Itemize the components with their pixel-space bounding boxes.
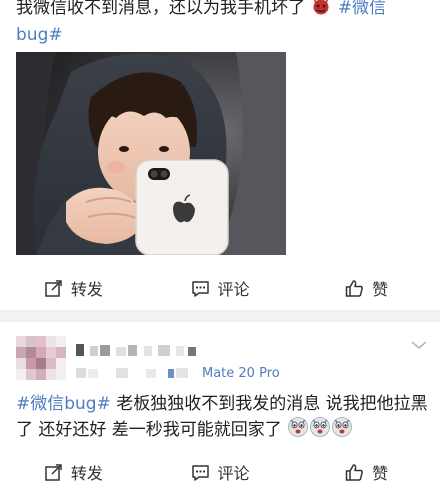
post-text: 我微信收不到消息，还以为我手机坏了 #微信bug# xyxy=(16,0,428,47)
post-card-2: Mate 20 Pro #微信bug# 老板独独收不到我发的消息 说我把他拉黑了… xyxy=(0,322,440,500)
repost-label: 转发 xyxy=(70,464,103,483)
repost-icon xyxy=(44,279,63,298)
device-source: Mate 20 Pro xyxy=(202,365,280,381)
comment-button[interactable]: 评论 xyxy=(147,271,294,305)
post-text: #微信bug# 老板独独收不到我发的消息 说我把他拉黑了 还好还好 差一秒我可能… xyxy=(16,392,428,445)
like-icon xyxy=(345,279,364,298)
comment-icon xyxy=(191,279,210,298)
chevron-down-icon[interactable] xyxy=(410,336,428,355)
post-photo[interactable] xyxy=(16,52,286,255)
action-bar: 转发 评论 赞 xyxy=(0,455,440,489)
like-icon xyxy=(345,463,364,482)
repost-button[interactable]: 转发 xyxy=(0,271,147,305)
avatar[interactable] xyxy=(16,336,66,380)
devil-emoji-icon xyxy=(310,0,332,23)
timestamp-blurred xyxy=(76,368,188,378)
post-card-1: 我微信收不到消息，还以为我手机坏了 #微信bug# 转发 评论 赞 xyxy=(0,0,440,310)
action-bar: 转发 评论 赞 xyxy=(0,271,440,305)
scared-face-icon xyxy=(331,416,353,445)
scared-face-icon xyxy=(287,416,309,445)
topic-link[interactable]: #微信bug# xyxy=(16,394,111,414)
scared-face-icon xyxy=(309,416,331,445)
comment-icon xyxy=(191,463,210,482)
repost-icon xyxy=(44,463,63,482)
like-button[interactable]: 赞 xyxy=(293,271,440,305)
post-meta: Mate 20 Pro xyxy=(76,365,280,381)
like-label: 赞 xyxy=(372,280,389,299)
comment-label: 评论 xyxy=(217,280,250,299)
like-button[interactable]: 赞 xyxy=(293,455,440,489)
username-blurred[interactable] xyxy=(76,342,206,358)
comment-button[interactable]: 评论 xyxy=(147,455,294,489)
post-body: 我微信收不到消息，还以为我手机坏了 xyxy=(16,0,305,18)
repost-label: 转发 xyxy=(70,280,103,299)
like-label: 赞 xyxy=(372,464,389,483)
comment-label: 评论 xyxy=(217,464,250,483)
repost-button[interactable]: 转发 xyxy=(0,455,147,489)
